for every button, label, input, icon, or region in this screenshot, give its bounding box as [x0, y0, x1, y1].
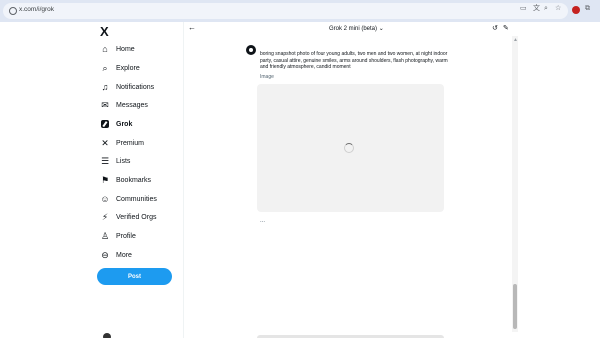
user-prompt: boring snapshot photo of four young adul…: [260, 51, 448, 70]
loading-spinner-icon: [344, 143, 354, 153]
sidebar-item-more[interactable]: ⊖ More: [100, 248, 190, 262]
column-divider: [183, 22, 184, 338]
person-icon: ♙: [100, 230, 110, 241]
sidebar-item-notifications[interactable]: ♫ Notifications: [100, 80, 190, 94]
sidebar-item-label: Messages: [116, 101, 148, 109]
avatar[interactable]: [103, 333, 111, 338]
grok-icon: [100, 119, 110, 129]
cast-icon[interactable]: ▭: [520, 5, 527, 12]
sidebar-item-label: Explore: [116, 64, 140, 72]
back-arrow-icon[interactable]: ←: [188, 23, 196, 32]
sidebar-item-grok[interactable]: Grok: [100, 117, 190, 131]
sidebar-item-label: Profile: [116, 232, 136, 240]
search-icon: ⌕: [102, 62, 108, 73]
scroll-up-icon[interactable]: ▲: [513, 37, 518, 43]
x-icon: ✕: [101, 137, 109, 148]
sidebar-item-home[interactable]: ⌂ Home: [100, 42, 190, 56]
model-selector[interactable]: Grok 2 mini (beta) ⌄: [329, 25, 384, 32]
address-bar[interactable]: x.com/i/grok: [3, 3, 568, 19]
sidebar-item-label: Grok: [116, 120, 133, 128]
history-icon[interactable]: ↺: [492, 24, 498, 32]
scrollbar-thumb[interactable]: [513, 284, 517, 329]
new-chat-icon[interactable]: ✎: [503, 24, 509, 32]
sidebar-item-label: Lists: [116, 157, 131, 165]
sidebar-item-label: Communities: [116, 195, 157, 203]
sidebar-item-label: Notifications: [116, 83, 155, 91]
sidebar-item-label: Premium: [116, 139, 145, 147]
sidebar-item-lists[interactable]: ☰ Lists: [100, 154, 190, 168]
sidebar-item-verified-orgs[interactable]: ⚡ Verified Orgs: [100, 210, 190, 224]
sidebar-item-profile[interactable]: ♙ Profile: [100, 229, 190, 243]
list-icon: ☰: [100, 155, 110, 166]
sidebar-item-label: More: [116, 251, 132, 259]
sidebar-item-label: Verified Orgs: [116, 213, 157, 221]
sidebar-item-label: Home: [116, 45, 135, 53]
sidebar-item-explore[interactable]: ⌕ Explore: [100, 61, 190, 75]
star-icon[interactable]: ☆: [555, 5, 561, 12]
home-icon: ⌂: [102, 44, 108, 54]
bell-icon: ♫: [101, 82, 109, 92]
people-icon: ☺: [100, 194, 110, 204]
post-button[interactable]: Post: [97, 268, 172, 285]
extensions-icon[interactable]: ⧉: [585, 5, 590, 12]
model-selector-label: Grok 2 mini (beta): [329, 26, 378, 32]
more-circle-icon: ⊖: [101, 249, 109, 260]
sidebar-item-premium[interactable]: ✕ Premium: [100, 136, 190, 150]
image-label: Image: [260, 74, 274, 80]
sidebar-item-label: Bookmarks: [116, 176, 152, 184]
more-options-icon[interactable]: ...: [260, 218, 265, 224]
site-info-icon[interactable]: [9, 7, 17, 15]
x-logo[interactable]: X: [100, 24, 109, 39]
chevron-down-icon: ⌄: [378, 26, 384, 32]
sidebar-item-messages[interactable]: ✉ Messages: [100, 98, 190, 112]
zoom-icon[interactable]: ⌕: [544, 5, 548, 12]
browser-toolbar: x.com/i/grok ▭ 文 ⌕ ☆ ⧉: [0, 0, 600, 22]
url-text[interactable]: x.com/i/grok: [19, 6, 54, 13]
profile-icon[interactable]: [572, 6, 580, 14]
translate-icon[interactable]: 文: [533, 5, 540, 12]
bookmark-icon: ⚑: [100, 174, 110, 185]
mail-icon: ✉: [101, 99, 109, 110]
sidebar-item-communities[interactable]: ☺ Communities: [100, 192, 190, 206]
sidebar-item-bookmarks[interactable]: ⚑ Bookmarks: [100, 173, 190, 187]
lightning-icon: ⚡: [101, 211, 109, 222]
user-avatar: [246, 45, 256, 55]
